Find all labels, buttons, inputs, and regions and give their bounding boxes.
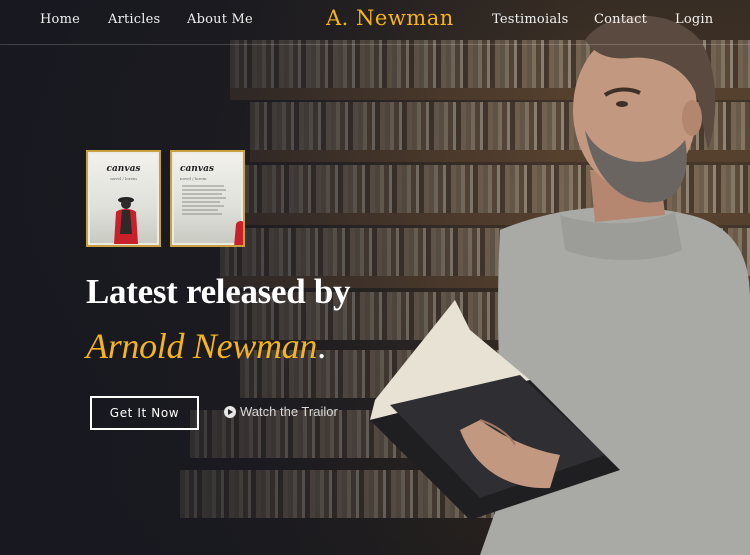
book-cover-art: canvas novel / lorem <box>174 154 243 245</box>
watch-trailer-label: Watch the Trailor <box>240 404 338 419</box>
hero-author: Arnold Newman. <box>86 325 326 367</box>
top-navigation: Home Articles About Me A. Newman Testimo… <box>0 0 750 45</box>
book-cover[interactable]: canvas novel / lorem <box>86 150 161 247</box>
brand-logo[interactable]: A. Newman <box>326 6 454 30</box>
nav-about-me[interactable]: About Me <box>187 12 253 27</box>
watch-trailer-link[interactable]: Watch the Trailor <box>224 404 338 419</box>
author-name: Arnold Newman <box>86 326 318 366</box>
hero-headline: Latest released by <box>86 272 351 311</box>
book-cover-art: canvas novel / lorem <box>90 154 157 244</box>
nav-articles[interactable]: Articles <box>108 12 160 27</box>
book-cover[interactable]: canvas novel / lorem <box>170 150 245 247</box>
nav-home[interactable]: Home <box>40 12 80 27</box>
nav-testimonials[interactable]: Testimoials <box>492 12 569 27</box>
nav-login[interactable]: Login <box>675 12 713 27</box>
play-circle-icon <box>224 405 236 418</box>
get-it-now-button[interactable]: Get It Now <box>90 396 199 430</box>
book-back-text-image <box>182 185 243 245</box>
woman-in-red-image <box>114 197 138 244</box>
reading-man-image <box>370 15 750 555</box>
author-suffix: . <box>317 326 326 366</box>
nav-contact[interactable]: Contact <box>594 12 647 27</box>
